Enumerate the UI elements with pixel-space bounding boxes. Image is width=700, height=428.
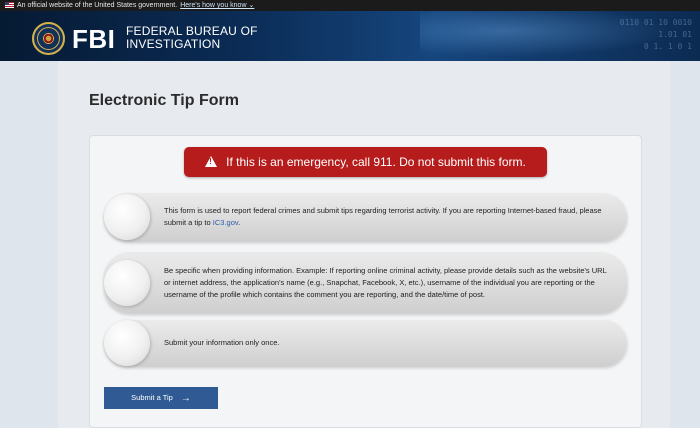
notice-item: Submit your information only once. bbox=[104, 320, 627, 366]
notice-item: This form is used to report federal crim… bbox=[104, 193, 627, 241]
agency-name-line2: INVESTIGATION bbox=[126, 37, 221, 51]
binary-line: 0 1. 1 0 1 bbox=[643, 42, 692, 51]
arrow-right-icon: → bbox=[180, 393, 191, 404]
gov-banner-text: An official website of the United States… bbox=[17, 2, 178, 9]
notice-bullet-circle bbox=[104, 259, 150, 306]
notice-text-suffix: . bbox=[238, 218, 241, 227]
emergency-alert: If this is an emergency, call 911. Do no… bbox=[184, 147, 547, 177]
fbi-seal-icon[interactable] bbox=[32, 22, 65, 55]
notice-bullet-circle bbox=[104, 320, 150, 366]
heres-how-you-know-link[interactable]: Here's how you know ⌄ bbox=[180, 2, 254, 9]
binary-decoration: 0110 01 10 0010 1.01 01 0 1. 1 0 1 bbox=[620, 17, 692, 53]
us-flag-icon bbox=[5, 2, 14, 8]
page-title: Electronic Tip Form bbox=[89, 92, 239, 109]
notice-text: This form is used to report federal crim… bbox=[164, 205, 607, 229]
notice-text: Submit your information only once. bbox=[164, 338, 280, 347]
submit-tip-label: Submit a Tip bbox=[131, 393, 173, 402]
binary-line: 0110 01 10 0010 bbox=[619, 18, 692, 27]
notice-bullet-circle bbox=[104, 194, 150, 240]
ic3-link[interactable]: IC3.gov bbox=[213, 218, 238, 227]
chevron-down-icon: ⌄ bbox=[248, 2, 255, 9]
emergency-alert-text: If this is an emergency, call 911. Do no… bbox=[226, 155, 526, 169]
gov-banner: An official website of the United States… bbox=[0, 0, 700, 11]
agency-name[interactable]: FEDERAL BUREAU OF INVESTIGATION bbox=[126, 25, 258, 51]
notice-item: Be specific when providing information. … bbox=[104, 252, 627, 313]
fbi-logo[interactable]: FBI bbox=[72, 24, 115, 55]
warning-icon bbox=[205, 156, 218, 167]
heres-how-you-know-label: Here's how you know bbox=[180, 2, 247, 9]
submit-tip-button[interactable]: Submit a Tip → bbox=[104, 387, 218, 409]
notice-text: Be specific when providing information. … bbox=[164, 265, 607, 299]
binary-line: 1.01 01 bbox=[658, 30, 692, 39]
